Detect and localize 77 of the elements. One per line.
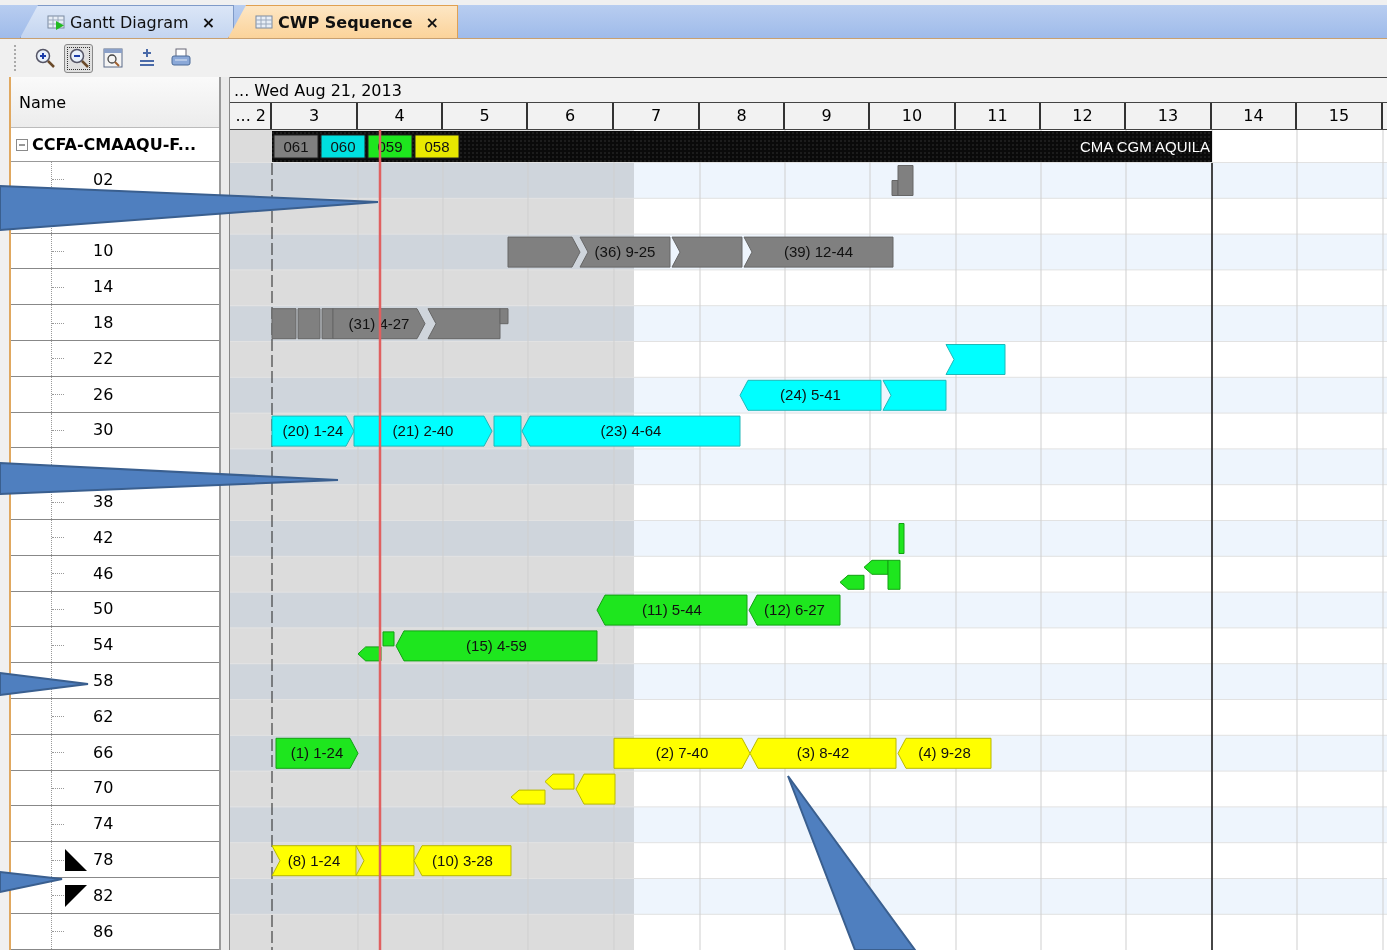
- day-header: 12: [1041, 103, 1126, 129]
- tree-item[interactable]: 14: [93, 277, 114, 297]
- task-bar[interactable]: (12) 6-27: [748, 594, 841, 626]
- task-bar[interactable]: [863, 559, 889, 575]
- task-bar[interactable]: [321, 308, 334, 340]
- tree-item[interactable]: 54: [93, 635, 114, 655]
- close-icon[interactable]: ×: [201, 12, 216, 32]
- tree-item[interactable]: 58: [93, 671, 114, 691]
- task-bar[interactable]: [671, 236, 743, 268]
- print-icon: [169, 47, 192, 69]
- tab[interactable]: Gantt Diagram ×: [20, 5, 235, 38]
- task-bar[interactable]: [897, 165, 914, 196]
- task-bar[interactable]: [297, 308, 321, 340]
- zoom-in-icon: [33, 47, 56, 69]
- task-bar[interactable]: (20) 1-24: [271, 415, 355, 447]
- column-header[interactable]: Name: [11, 77, 220, 128]
- tree-item[interactable]: 50: [93, 599, 114, 619]
- triangle-icon: [65, 884, 87, 907]
- vessel-name: CMA CGM AQUILA: [1079, 138, 1210, 155]
- tree-item[interactable]: 74: [93, 814, 114, 834]
- voyage-tile[interactable]: 060: [320, 134, 366, 159]
- task-bar[interactable]: [887, 559, 901, 590]
- task-bar[interactable]: (8) 1-24: [271, 845, 357, 877]
- close-icon[interactable]: ×: [425, 12, 439, 32]
- grid-icon: [255, 14, 274, 30]
- task-bar[interactable]: (1) 1-24: [275, 737, 359, 769]
- tree-item[interactable]: 46: [93, 563, 114, 583]
- tree-item[interactable]: 26: [93, 384, 114, 404]
- voyage-tile[interactable]: 058: [414, 134, 460, 159]
- tree-item[interactable]: 30: [93, 420, 114, 440]
- tree-item[interactable]: 66: [93, 742, 114, 762]
- splitter[interactable]: [221, 77, 230, 950]
- triangle-icon: [65, 849, 87, 872]
- task-bar[interactable]: [839, 574, 865, 590]
- tree-item[interactable]: 62: [93, 706, 114, 726]
- task-bar[interactable]: [898, 523, 905, 554]
- task-bar[interactable]: [271, 308, 297, 340]
- task-bar[interactable]: [499, 308, 509, 325]
- tree-item[interactable]: 42: [93, 527, 114, 547]
- day-header: 11: [956, 103, 1041, 129]
- day-header: 10: [870, 103, 956, 129]
- tab[interactable]: CWP Sequence ×: [228, 5, 458, 38]
- tree-item[interactable]: 18: [93, 313, 114, 333]
- task-bar[interactable]: (3) 8-42: [749, 737, 897, 769]
- zoom-out-button[interactable]: [64, 43, 93, 73]
- zoom-fit-icon: [101, 47, 124, 69]
- collapse-icon[interactable]: [16, 138, 28, 151]
- callout-arrow: [0, 870, 63, 894]
- day-header: 9: [785, 103, 870, 129]
- day-header: 14: [1212, 103, 1297, 129]
- day-header: 15: [1297, 103, 1383, 129]
- tree-item[interactable]: 10: [93, 241, 114, 261]
- task-bar[interactable]: (36) 9-25: [579, 236, 671, 268]
- tree-item[interactable]: 86: [93, 921, 114, 941]
- task-bar[interactable]: (11) 5-44: [596, 594, 748, 626]
- zoom-out-icon: [67, 47, 90, 69]
- voyage-tile[interactable]: 061: [273, 134, 319, 159]
- task-bar[interactable]: [882, 379, 947, 411]
- task-bar[interactable]: (4) 9-28: [897, 737, 992, 769]
- date-header: ... Wed Aug 21, 2013: [233, 80, 402, 100]
- day-header: 13: [1126, 103, 1212, 129]
- tree-item[interactable]: 38: [93, 492, 114, 512]
- task-bar[interactable]: (15) 4-59: [395, 630, 598, 662]
- task-bar[interactable]: (2) 7-40: [613, 737, 751, 769]
- tree-item[interactable]: 82: [93, 885, 114, 905]
- task-bar[interactable]: (23) 4-64: [521, 415, 741, 447]
- task-bar[interactable]: [945, 344, 1006, 375]
- tree-item[interactable]: 02: [93, 169, 114, 189]
- tree-item[interactable]: 78: [93, 850, 114, 870]
- tree-item[interactable]: 22: [93, 348, 114, 368]
- day-header: 8: [700, 103, 785, 129]
- task-bar[interactable]: (21) 2-40: [353, 415, 493, 447]
- task-bar[interactable]: (10) 3-28: [413, 845, 512, 877]
- task-bar[interactable]: (31) 4-27: [332, 308, 426, 340]
- grid-icon: [47, 14, 65, 30]
- tree-item[interactable]: CCFA-CMAAQU-F...: [32, 135, 197, 154]
- tree-item[interactable]: 70: [93, 778, 114, 798]
